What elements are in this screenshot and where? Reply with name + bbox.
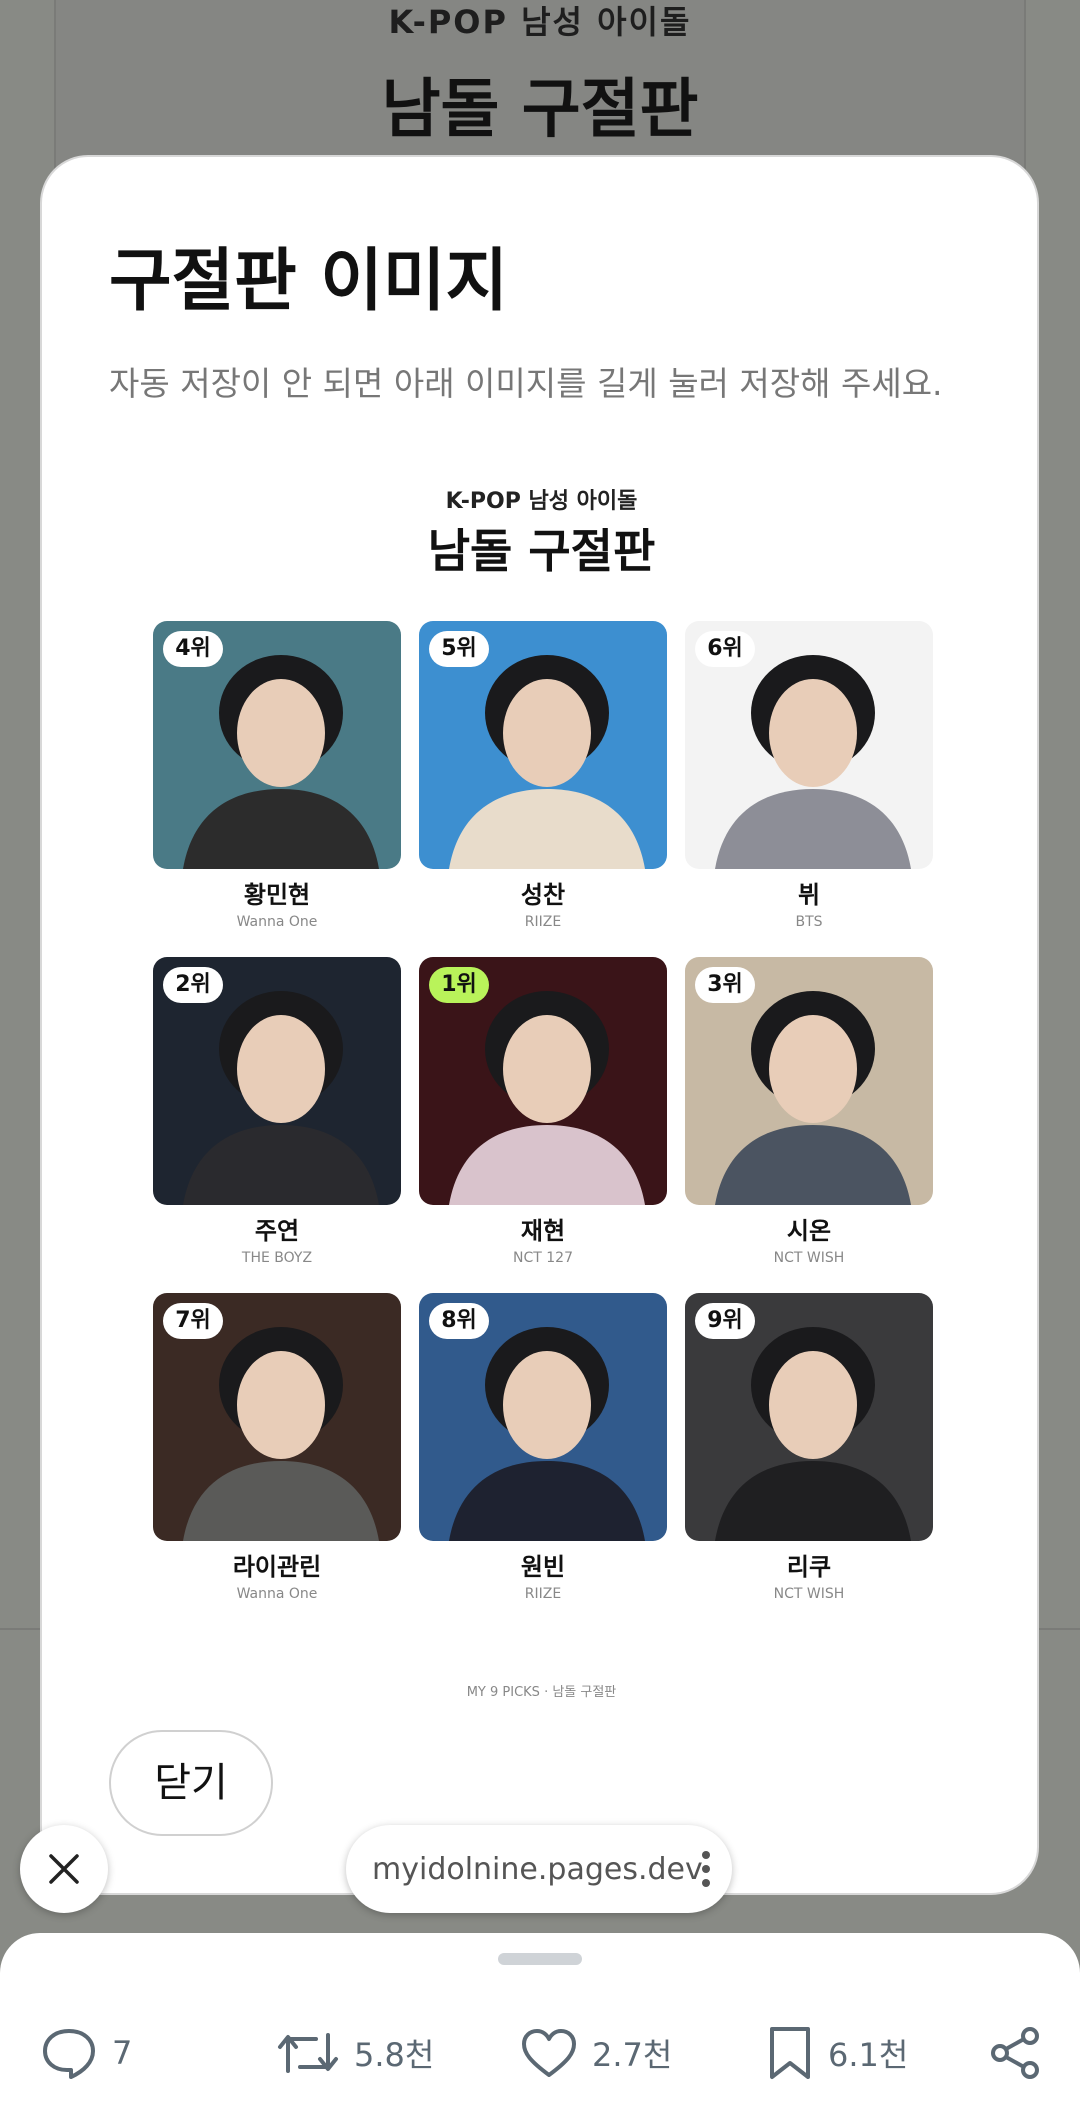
bottom-action-bar: 7 5.8천 2.7천 6.1천: [0, 1933, 1080, 2111]
bookmark-button[interactable]: 6.1천: [766, 2023, 908, 2083]
idol-card[interactable]: 2위 주연 THE BOYZ: [153, 957, 401, 1269]
repost-icon: [278, 2033, 338, 2073]
drag-handle[interactable]: [498, 1953, 582, 1965]
close-icon: [49, 1854, 79, 1884]
repost-count: 5.8천: [354, 2036, 435, 2074]
image-modal: 구절판 이미지 자동 저장이 안 되면 아래 이미지를 길게 눌러 저장해 주세…: [40, 155, 1039, 1895]
like-button[interactable]: 2.7천: [520, 2023, 672, 2083]
idol-photo: 7위: [153, 1293, 401, 1541]
idol-card[interactable]: 5위 성찬 RIIZE: [419, 621, 667, 933]
rank-badge: 3위: [695, 967, 755, 1003]
idol-card[interactable]: 8위 원빈 RIIZE: [419, 1293, 667, 1605]
rank-badge-first: 1위: [429, 967, 489, 1003]
url-text: myidolnine.pages.dev: [372, 1851, 703, 1887]
idol-name: 주연: [254, 1217, 300, 1245]
idol-group: Wanna One: [236, 914, 318, 930]
idol-card[interactable]: 3위 시온 NCT WISH: [685, 957, 933, 1269]
card-title: 남돌 구절판: [427, 524, 656, 578]
idol-name: 재현: [520, 1217, 566, 1245]
idol-name: 리쿠: [786, 1553, 832, 1581]
idol-card[interactable]: 6위 뷔 BTS: [685, 621, 933, 933]
idol-name: 뷔: [797, 881, 821, 909]
idol-group: NCT WISH: [773, 1586, 845, 1602]
rank-badge: 4위: [163, 631, 223, 667]
card-subtitle: K-POP 남성 아이돌: [445, 489, 638, 514]
idol-name: 원빈: [520, 1553, 566, 1581]
idol-group: Wanna One: [236, 1586, 318, 1602]
idol-card[interactable]: 9위 리쿠 NCT WISH: [685, 1293, 933, 1605]
idol-photo: 1위: [419, 957, 667, 1205]
rank-badge: 5위: [429, 631, 489, 667]
idol-name: 라이관린: [232, 1553, 322, 1581]
url-pill[interactable]: myidolnine.pages.dev: [346, 1825, 732, 1913]
idol-group: RIIZE: [524, 914, 562, 930]
background-subtitle: K-POP 남성 아이돌: [388, 3, 692, 41]
rank-badge: 6위: [695, 631, 755, 667]
bookmark-count: 6.1천: [828, 2036, 909, 2074]
share-button[interactable]: [988, 2023, 1056, 2083]
close-button[interactable]: 닫기: [109, 1730, 273, 1836]
idol-photo: 4위: [153, 621, 401, 869]
modal-title: 구절판 이미지: [109, 242, 509, 321]
bookmark-icon: [770, 2027, 810, 2079]
heart-icon: [522, 2029, 576, 2077]
card-footer-note: MY 9 PICKS · 남돌 구절판: [466, 1685, 617, 1700]
modal-description: 자동 저장이 안 되면 아래 이미지를 길게 눌러 저장해 주세요.: [109, 364, 943, 403]
idol-name: 황민현: [243, 881, 311, 909]
idol-name: 성찬: [520, 881, 566, 909]
idol-group: NCT 127: [513, 1250, 573, 1266]
like-count: 2.7천: [592, 2036, 673, 2074]
rank-badge: 2위: [163, 967, 223, 1003]
more-options-icon[interactable]: [702, 1849, 710, 1889]
idol-group: RIIZE: [524, 1586, 562, 1602]
reply-icon: [43, 2029, 95, 2079]
idol-group: THE BOYZ: [241, 1250, 313, 1266]
idol-card[interactable]: 1위 재현 NCT 127: [419, 957, 667, 1269]
share-icon: [991, 2027, 1039, 2079]
reply-button[interactable]: 7: [40, 2023, 132, 2083]
idol-card[interactable]: 4위 황민현 Wanna One: [153, 621, 401, 933]
rank-badge: 7위: [163, 1303, 223, 1339]
background-title: 남돌 구절판: [381, 73, 699, 147]
idol-photo: 5위: [419, 621, 667, 869]
idol-group: NCT WISH: [773, 1250, 845, 1266]
repost-button[interactable]: 5.8천: [276, 2023, 434, 2083]
reply-count: 7: [112, 2034, 133, 2072]
idol-photo: 3위: [685, 957, 933, 1205]
dismiss-browser-button[interactable]: [20, 1825, 108, 1913]
idol-group: BTS: [795, 914, 823, 930]
rank-badge: 9위: [695, 1303, 755, 1339]
idol-photo: 2위: [153, 957, 401, 1205]
rank-badge: 8위: [429, 1303, 489, 1339]
idol-name: 시온: [786, 1217, 832, 1245]
idol-photo: 6위: [685, 621, 933, 869]
idol-photo: 9위: [685, 1293, 933, 1541]
idol-card[interactable]: 7위 라이관린 Wanna One: [153, 1293, 401, 1605]
idol-photo: 8위: [419, 1293, 667, 1541]
